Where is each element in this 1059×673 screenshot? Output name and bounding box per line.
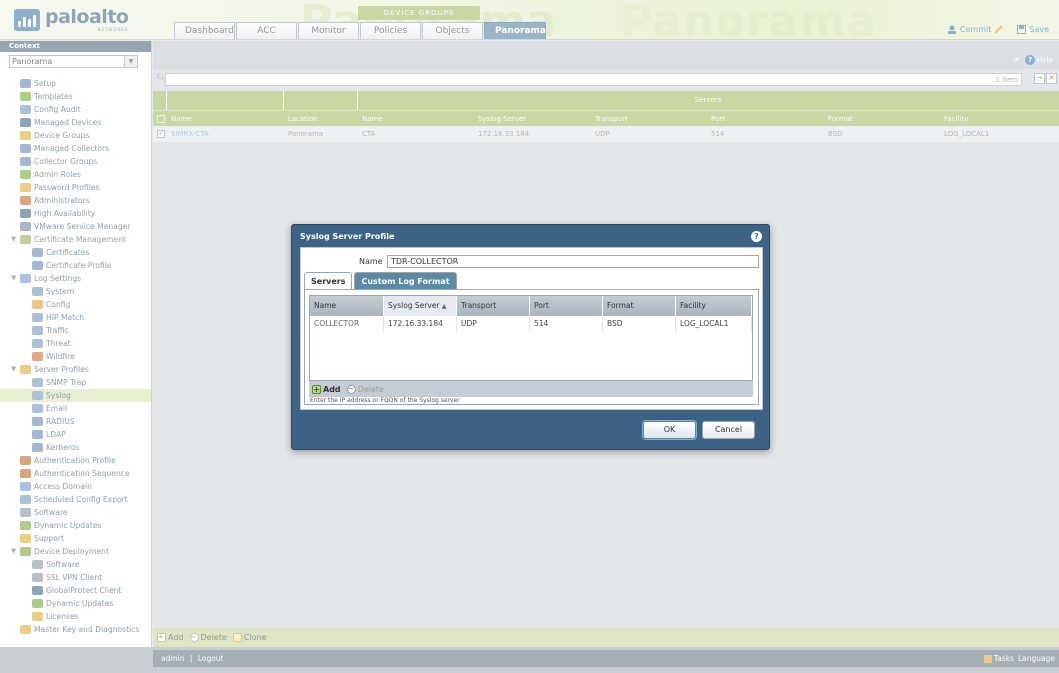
format-cell[interactable]: BSD — [603, 316, 676, 332]
plus-icon: + — [312, 384, 321, 394]
col-header-syslog-server[interactable]: Syslog Server ▲ — [384, 296, 457, 316]
ok-button[interactable]: OK — [643, 421, 696, 439]
facility-cell[interactable]: LOG_LOCAL1 — [676, 316, 752, 332]
servers-table: Name Syslog Server ▲ Transport Port Form… — [309, 295, 753, 381]
dialog-tabs: Servers Custom Log Format — [304, 272, 457, 289]
tab-servers[interactable]: Servers — [304, 272, 353, 289]
dialog-add-label: Add — [323, 384, 341, 394]
servers-table-header: Name Syslog Server ▲ Transport Port Form… — [310, 296, 752, 316]
servers-panel: Name Syslog Server ▲ Transport Port Form… — [304, 289, 759, 405]
syslog-server-cell[interactable]: 172.16.33.184 — [384, 316, 457, 332]
dialog-body: Name TDR-COLLECTOR Servers Custom Log Fo… — [300, 247, 763, 410]
servers-table-actions: + Add − Delete — [309, 381, 753, 397]
name-field[interactable]: TDR-COLLECTOR — [387, 255, 759, 268]
server-name-cell[interactable]: COLLECTOR — [310, 316, 384, 332]
tab-custom-log-format[interactable]: Custom Log Format — [354, 272, 457, 289]
col-header-port[interactable]: Port — [530, 296, 603, 316]
dialog-delete-label: Delete — [357, 384, 384, 394]
col-header-facility[interactable]: Facility — [676, 296, 752, 316]
col-header-name[interactable]: Name — [310, 296, 384, 316]
dialog-help-icon[interactable]: ? — [751, 231, 762, 242]
name-field-label: Name — [359, 257, 383, 266]
minus-icon: − — [346, 383, 356, 394]
syslog-server-profile-dialog: Syslog Server Profile ? Name TDR-COLLECT… — [291, 224, 770, 450]
col-header-syslog-server-label: Syslog Server — [388, 301, 440, 310]
dialog-delete-button[interactable]: − Delete — [346, 383, 384, 394]
transport-cell[interactable]: UDP — [457, 316, 530, 332]
col-header-format[interactable]: Format — [603, 296, 676, 316]
sort-ascending-icon: ▲ — [441, 303, 447, 310]
dialog-add-button[interactable]: + Add — [312, 384, 341, 394]
table-row[interactable]: COLLECTOR 172.16.33.184 UDP 514 BSD LOG_… — [310, 316, 752, 332]
syslog-server-hint: Enter the IP address or FQDN of the Sysl… — [310, 397, 460, 404]
dialog-title: Syslog Server Profile — [300, 232, 395, 241]
col-header-transport[interactable]: Transport — [457, 296, 530, 316]
cancel-button[interactable]: Cancel — [702, 421, 755, 439]
port-cell[interactable]: 514 — [530, 316, 603, 332]
